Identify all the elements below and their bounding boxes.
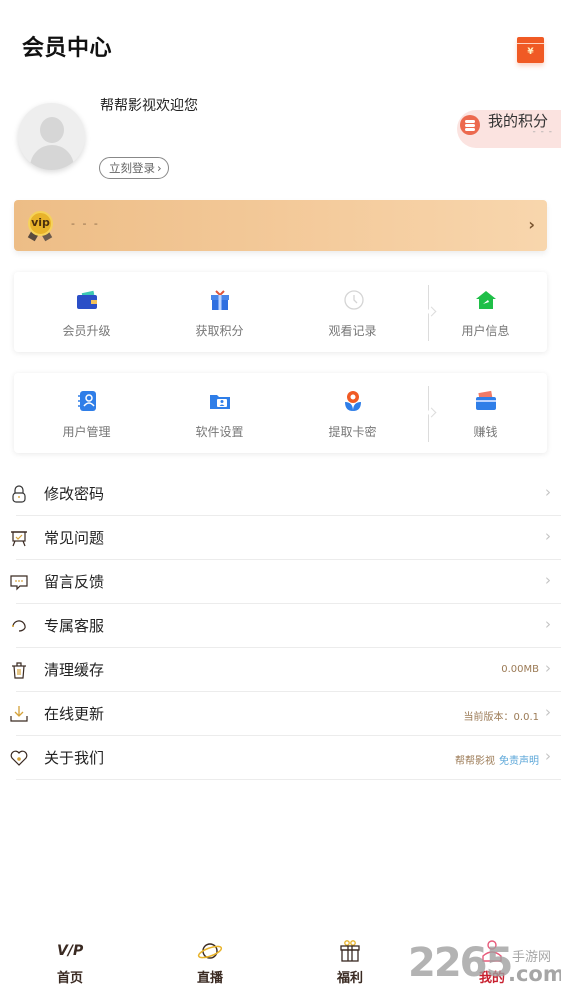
vip-medal-icon: vip: [26, 211, 54, 242]
tab-welfare[interactable]: 福利: [310, 938, 390, 988]
chevron-right-icon: ›: [545, 703, 551, 721]
menu-item-label: 关于我们: [44, 749, 105, 767]
tab-mine[interactable]: 我的: [452, 938, 532, 988]
vip-badge: vip: [28, 211, 53, 236]
my-points-button[interactable]: 我的积分 - - -: [457, 110, 561, 148]
menu-item-label: 在线更新: [44, 705, 105, 723]
tab-label: 首页: [56, 971, 83, 986]
grid-item-watch-history[interactable]: 观看记录: [286, 272, 419, 352]
grid-item-label: 观看记录: [328, 324, 377, 338]
heart-icon: [10, 750, 28, 766]
cache-size: 0.00MB: [501, 664, 539, 675]
grid-item-earn-money[interactable]: 赚钱: [419, 373, 552, 453]
red-packet-yuan-icon: ¥: [527, 47, 534, 57]
tab-live[interactable]: 直播: [170, 938, 250, 988]
grid-item-label: 赚钱: [473, 425, 498, 439]
vip-logo-icon: V/P: [57, 940, 83, 962]
menu-item-customer-service[interactable]: 专属客服 ›: [0, 604, 561, 648]
chevron-right-icon: ›: [545, 659, 551, 677]
menu-item-feedback[interactable]: 留言反馈 ›: [0, 560, 561, 604]
vip-banner[interactable]: vip - - - ›: [14, 200, 547, 251]
vip-logo-text: V/P: [57, 943, 84, 959]
lock-icon: [12, 485, 26, 503]
menu-item-label: 常见问题: [44, 529, 105, 547]
tab-label: 福利: [336, 971, 363, 986]
vip-status: - - -: [71, 217, 100, 230]
grid-item-label: 软件设置: [195, 425, 244, 439]
chevron-right-icon: ›: [545, 615, 551, 633]
menu-item-label: 留言反馈: [44, 573, 105, 591]
tab-label: 我的: [478, 971, 505, 986]
menu-item-label: 修改密码: [44, 485, 105, 503]
my-points-value: - - -: [532, 127, 553, 137]
user-profile-icon: [482, 940, 502, 962]
about-right: 帮帮影视 免责声明: [455, 752, 539, 767]
tab-home[interactable]: V/P 首页: [30, 938, 110, 988]
grid-item-label: 获取积分: [195, 324, 244, 338]
trash-icon: [12, 662, 26, 679]
download-icon: [10, 706, 28, 722]
grid-item-label: 会员升级: [62, 324, 111, 338]
red-packet-button[interactable]: ¥: [517, 37, 544, 63]
planet-icon: [197, 943, 223, 959]
card-wallet-icon: [475, 390, 496, 410]
grid-item-label: 用户信息: [461, 324, 510, 338]
avatar-body: [30, 145, 74, 170]
chat-bubble-icon: [10, 575, 28, 591]
wallet-icon: [76, 290, 97, 309]
history-clock-icon: [343, 290, 364, 310]
coin-stack-icon: [460, 115, 480, 135]
divider: [16, 779, 561, 780]
avatar[interactable]: [18, 103, 85, 170]
default-avatar-icon: [40, 117, 64, 143]
home-icon: [475, 291, 496, 309]
login-label: 立刻登录: [109, 161, 155, 175]
grid-item-label: 提取卡密: [328, 425, 377, 439]
grid-item-get-points[interactable]: 获取积分: [153, 272, 286, 352]
settings-menu: 修改密码 › 常见问题 › 留言反馈 › 专属客服 › 清理缓存 0.00MB …: [0, 472, 561, 780]
chevron-right-icon: ›: [545, 747, 551, 765]
easel-icon: [11, 531, 27, 547]
disclaimer-link[interactable]: 免责声明: [499, 756, 539, 767]
grid-item-member-upgrade[interactable]: 会员升级: [20, 272, 153, 352]
chevron-right-icon: ›: [157, 161, 162, 175]
grid-item-label: 用户管理: [62, 425, 111, 439]
menu-item-faq[interactable]: 常见问题 ›: [0, 516, 561, 560]
gift-box-icon: [340, 940, 360, 962]
contacts-book-icon: [77, 391, 96, 411]
feature-grid-1: 会员升级 获取积分 观看记录 用户信息: [14, 272, 547, 352]
chevron-right-icon: ›: [545, 571, 551, 589]
tab-label: 直播: [196, 971, 223, 986]
headset-icon: [12, 620, 26, 632]
grid-item-user-management[interactable]: 用户管理: [20, 373, 153, 453]
login-button[interactable]: 立刻登录 ›: [99, 157, 169, 179]
user-folder-icon: [209, 395, 230, 409]
chevron-right-icon: ›: [545, 483, 551, 501]
bottom-tab-bar: V/P 首页 直播 福利 我的: [0, 930, 561, 999]
grid-item-software-settings[interactable]: 软件设置: [153, 373, 286, 453]
chevron-right-icon: ›: [545, 527, 551, 545]
gift-icon: [210, 290, 229, 310]
menu-item-label: 专属客服: [44, 617, 105, 635]
menu-item-change-password[interactable]: 修改密码 ›: [0, 472, 561, 516]
grid-item-user-info[interactable]: 用户信息: [419, 272, 552, 352]
flower-icon: [344, 391, 361, 411]
chevron-right-icon: ›: [528, 215, 535, 234]
menu-item-clear-cache[interactable]: 清理缓存 0.00MB ›: [0, 648, 561, 692]
app-name: 帮帮影视: [455, 756, 495, 767]
menu-item-online-update[interactable]: 在线更新 当前版本：0.0.1 ›: [0, 692, 561, 736]
current-version: 当前版本：0.0.1: [463, 712, 539, 723]
feature-grid-2: 用户管理 软件设置 提取卡密 赚钱: [14, 373, 547, 453]
menu-item-about-us[interactable]: 关于我们 帮帮影视 免责声明 ›: [0, 736, 561, 780]
menu-item-label: 清理缓存: [44, 661, 105, 679]
welcome-text: 帮帮影视欢迎您: [100, 98, 198, 114]
page-title: 会员中心: [22, 36, 113, 61]
grid-item-extract-card-key[interactable]: 提取卡密: [286, 373, 419, 453]
